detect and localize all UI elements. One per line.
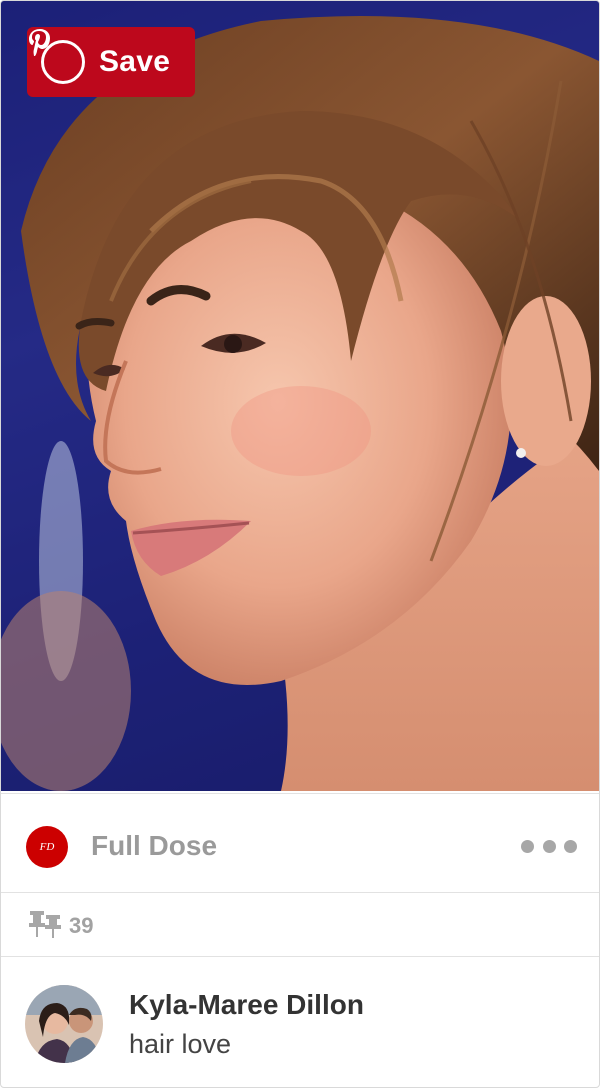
portrait-photo: [1, 1, 599, 791]
more-dots-icon: [521, 839, 534, 853]
save-button-label: Save: [99, 45, 171, 78]
more-dot: [542, 839, 556, 853]
repin-count: 39: [69, 913, 94, 938]
pinterest-logo-icon: [29, 29, 85, 84]
pinner-name[interactable]: Kyla-Maree Dillon: [129, 989, 364, 1021]
pin-card: Save FD Full Dose 39 Kyla-Maree Dillon h…: [0, 0, 600, 1088]
pin-image[interactable]: Save: [1, 1, 599, 791]
avatar[interactable]: [25, 985, 103, 1063]
source-row[interactable]: FD Full Dose: [1, 793, 599, 893]
pinner-avatar-photo: [25, 985, 103, 1063]
board-name[interactable]: hair love: [129, 1029, 231, 1060]
repin-stats-row: 39: [1, 893, 599, 957]
pinner-row[interactable]: Kyla-Maree Dillon hair love: [1, 957, 599, 1087]
source-avatar[interactable]: FD: [26, 826, 68, 868]
more-options-button[interactable]: [521, 836, 577, 856]
more-dot: [564, 839, 577, 853]
source-name[interactable]: Full Dose: [91, 830, 217, 862]
pin-icon: [29, 911, 61, 938]
save-button[interactable]: Save: [27, 27, 195, 97]
